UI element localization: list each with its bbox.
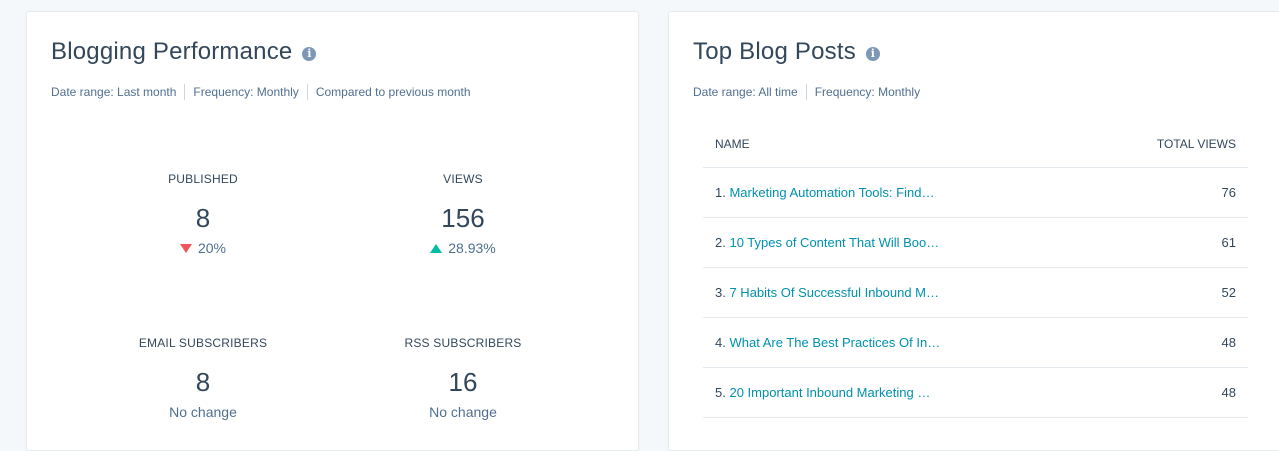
card-title-text: Top Blog Posts xyxy=(693,38,856,65)
stat-change-text: No change xyxy=(429,404,497,420)
stat-change-text: No change xyxy=(169,404,237,420)
trend-up-icon xyxy=(430,243,443,253)
info-icon[interactable]: i xyxy=(302,47,317,61)
stat-value: 8 xyxy=(195,367,211,397)
card-title: Top Blog Posts i xyxy=(693,38,880,66)
column-header-name[interactable]: NAME xyxy=(703,121,1089,168)
card-title: Blogging Performance i xyxy=(51,38,317,66)
post-views: 61 xyxy=(1088,217,1248,268)
report-meta: Date range: Last month Frequency: Monthl… xyxy=(51,84,479,100)
stat-value: 8 xyxy=(195,203,211,233)
post-link[interactable]: 7 Habits Of Successful Inbound M… xyxy=(729,285,939,300)
stat-label: RSS SUBSCRIBERS xyxy=(404,336,522,350)
stat-change: 28.93% xyxy=(353,240,573,256)
post-link[interactable]: 20 Important Inbound Marketing … xyxy=(729,385,930,400)
stat-change-text: 28.93% xyxy=(448,240,496,256)
post-link[interactable]: Marketing Automation Tools: Find… xyxy=(729,185,934,200)
stat-change: No change xyxy=(93,404,313,420)
post-views: 48 xyxy=(1088,317,1248,368)
table-header-row: NAME TOTAL VIEWS xyxy=(703,121,1248,168)
frequency-label: Frequency: Monthly xyxy=(184,84,306,100)
post-rank: 3. xyxy=(715,285,726,300)
post-views: 52 xyxy=(1088,267,1248,318)
comparison-label: Compared to previous month xyxy=(306,84,479,100)
top-posts-table: NAME TOTAL VIEWS 1. Marketing Automation… xyxy=(703,121,1248,418)
info-icon[interactable]: i xyxy=(865,47,880,61)
stat-change-text: 20% xyxy=(197,240,227,256)
post-rank: 1. xyxy=(715,185,726,200)
date-range-label: Date range: Last month xyxy=(51,85,177,99)
stat-rss-subscribers: RSS SUBSCRIBERS 16 No change xyxy=(353,336,573,420)
post-views: 76 xyxy=(1088,167,1248,218)
post-link[interactable]: 10 Types of Content That Will Boo… xyxy=(729,235,939,250)
stat-views: VIEWS 156 28.93% xyxy=(353,172,573,256)
post-cell: 4. What Are The Best Practices Of In… xyxy=(703,317,1089,368)
stat-change: 20% xyxy=(93,240,313,256)
frequency-label: Frequency: Monthly xyxy=(805,84,928,100)
post-cell: 1. Marketing Automation Tools: Find… xyxy=(703,167,1089,218)
stat-label: EMAIL SUBSCRIBERS xyxy=(138,336,268,350)
column-header-total-views[interactable]: TOTAL VIEWS xyxy=(1088,121,1248,168)
table-row: 5. 20 Important Inbound Marketing … 48 xyxy=(703,367,1248,418)
post-link[interactable]: What Are The Best Practices Of In… xyxy=(729,335,940,350)
stat-value: 156 xyxy=(441,203,485,233)
post-cell: 2. 10 Types of Content That Will Boo… xyxy=(703,217,1089,268)
table-row: 2. 10 Types of Content That Will Boo… 61 xyxy=(703,217,1248,268)
card-title-text: Blogging Performance xyxy=(51,38,293,65)
post-views: 48 xyxy=(1088,367,1248,418)
stat-value: 16 xyxy=(448,367,478,397)
blogging-performance-card: Blogging Performance i Date range: Last … xyxy=(26,11,639,451)
top-blog-posts-card: Top Blog Posts i Date range: All time Fr… xyxy=(668,11,1279,451)
date-range-label: Date range: All time xyxy=(693,85,798,99)
table-row: 3. 7 Habits Of Successful Inbound M… 52 xyxy=(703,267,1248,318)
post-cell: 3. 7 Habits Of Successful Inbound M… xyxy=(703,267,1089,318)
trend-down-icon xyxy=(179,243,192,253)
table-row: 4. What Are The Best Practices Of In… 48 xyxy=(703,317,1248,368)
post-rank: 4. xyxy=(715,335,726,350)
table-row: 1. Marketing Automation Tools: Find… 76 xyxy=(703,167,1248,218)
stat-label: PUBLISHED xyxy=(168,172,238,186)
stat-published: PUBLISHED 8 20% xyxy=(93,172,313,256)
report-meta: Date range: All time Frequency: Monthly xyxy=(693,84,928,100)
post-rank: 2. xyxy=(715,235,726,250)
stat-label: VIEWS xyxy=(443,172,483,186)
stat-change: No change xyxy=(353,404,573,420)
stat-email-subscribers: EMAIL SUBSCRIBERS 8 No change xyxy=(93,336,313,420)
post-cell: 5. 20 Important Inbound Marketing … xyxy=(703,367,1089,418)
post-rank: 5. xyxy=(715,385,726,400)
